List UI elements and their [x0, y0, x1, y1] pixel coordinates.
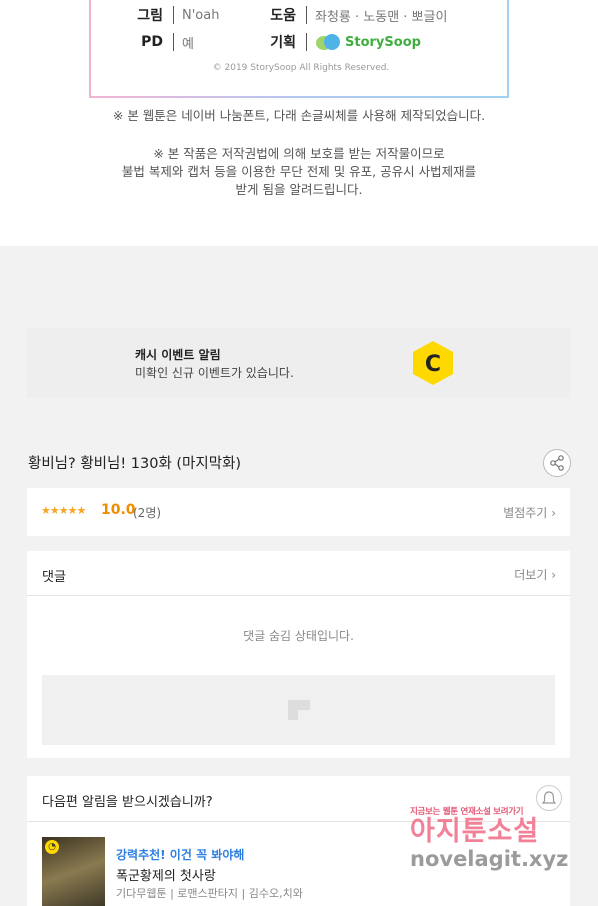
placeholder-icon — [288, 700, 310, 720]
cash-event-subtitle: 미확인 신규 이벤트가 있습니다. — [135, 366, 294, 380]
copyright-notice-line-1: ※ 본 작품은 저작권법에 의해 보호를 받는 저작물이므로 — [153, 146, 445, 161]
chevron-right-icon: › — [551, 506, 556, 520]
credit-role-art: 그림 — [137, 8, 163, 24]
recommend-label: 강력추천! 이건 꼭 봐야해 — [116, 848, 245, 862]
comments-header: 댓글 더보기 › — [27, 551, 570, 596]
cash-event-banner[interactable]: 캐시 이벤트 알림 미확인 신규 이벤트가 있습니다. C — [27, 328, 570, 398]
comments-hidden-message: 댓글 숨김 상태입니다. — [243, 629, 354, 643]
credits-box: 그림 N'oah 도움 좌청룡 · 노동맨 · 뽀글이 PD 예 기획 Stor… — [89, 0, 509, 98]
watermark-url: novelagit.xyz — [410, 847, 569, 871]
comments-title: 댓글 — [42, 570, 66, 585]
webtoon-footer: 그림 N'oah 도움 좌청룡 · 노동맨 · 뽀글이 PD 예 기획 Stor… — [0, 0, 598, 246]
cash-coin-icon: C — [413, 341, 453, 385]
credit-role-assist: 도움 — [270, 8, 296, 24]
divider — [173, 6, 174, 24]
cash-logo-letter: C — [425, 352, 441, 377]
copyright-notice-line-2: 불법 복제와 캡처 등을 이용한 무단 전제 및 유포, 공유시 사법제재를 — [121, 164, 477, 179]
storysoop-logo: StorySoop — [315, 33, 421, 51]
divider — [306, 33, 307, 51]
recommend-thumbnail[interactable]: ◔ — [42, 837, 105, 906]
rating-count: (2명) — [133, 506, 162, 520]
credit-name-art: N'oah — [182, 7, 220, 23]
rate-button-label: 별점주기 — [503, 506, 548, 520]
credit-role-pd: PD — [141, 34, 163, 50]
storysoop-cloud-icon — [316, 34, 340, 50]
recommend-title[interactable]: 폭군황제의 첫사랑 — [116, 865, 216, 884]
watermark-main: 아지툰소설 — [410, 816, 540, 847]
episode-title: 황비님? 황비님! 130화 (마지막화) — [28, 456, 242, 472]
font-notice: ※ 본 웹툰은 네이버 나눔폰트, 다래 손글씨체를 사용해 제작되었습니다. — [112, 108, 486, 123]
cash-event-title: 캐시 이벤트 알림 — [135, 348, 221, 362]
comments-more-label: 더보기 — [514, 568, 548, 582]
copyright: © 2019 StorySoop All Rights Reserved. — [212, 63, 390, 73]
next-notice-title: 다음편 알림을 받으시겠습니까? — [42, 795, 213, 810]
clock-icon: ◔ — [45, 840, 59, 854]
divider — [306, 6, 307, 24]
credit-row-1: 그림 N'oah 도움 좌청룡 · 노동맨 · 뽀글이 — [129, 5, 447, 25]
comment-placeholder-box — [42, 675, 555, 745]
recommend-meta: 기다무웹툰 | 로맨스판타지 | 김수오,치와 — [116, 887, 303, 900]
share-button[interactable] — [543, 449, 571, 477]
watermark: 지금보는 웹툰 연재소설 보려가기 아지툰소설 novelagit.xyz — [410, 805, 580, 871]
rate-button[interactable]: 별점주기 › — [503, 504, 556, 521]
credit-name-assist: 좌청룡 · 노동맨 · 뽀글이 — [315, 9, 448, 25]
share-icon — [550, 455, 564, 471]
comments-card: 댓글 더보기 › 댓글 숨김 상태입니다. — [27, 551, 570, 758]
comments-more-button[interactable]: 더보기 › — [514, 566, 556, 583]
copyright-notice-line-3: 받게 됨을 알려드립니다. — [235, 182, 363, 197]
credit-role-planning: 기획 — [270, 35, 296, 51]
rating-stars: ★★★★★ — [41, 504, 86, 517]
chevron-right-icon: › — [551, 568, 556, 582]
rating-card: ★★★★★ 10.0 (2명) 별점주기 › — [27, 488, 570, 536]
divider — [173, 33, 174, 51]
storysoop-label: StorySoop — [345, 34, 421, 50]
credit-row-2: PD 예 기획 StorySoop — [129, 32, 421, 52]
rating-score: 10.0 — [101, 502, 136, 518]
credit-name-pd: 예 — [182, 36, 194, 52]
